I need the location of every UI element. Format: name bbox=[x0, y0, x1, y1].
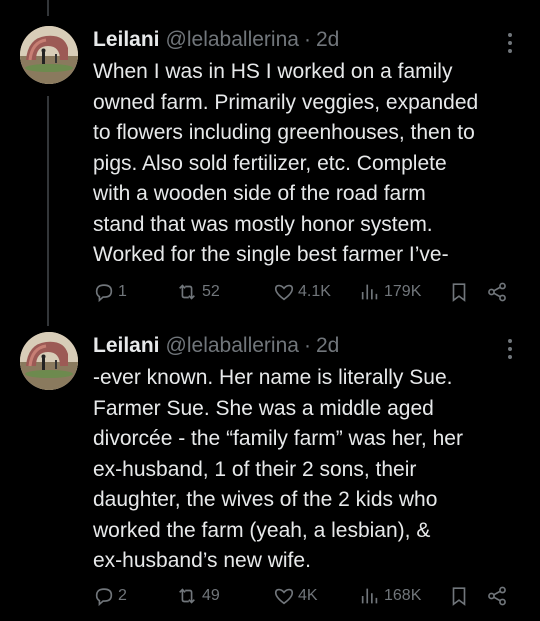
tweet-line: stand that was mostly honor system. bbox=[93, 212, 433, 236]
timestamp[interactable]: 2d bbox=[316, 334, 339, 358]
like-count: 4.1K bbox=[298, 283, 331, 300]
timestamp[interactable]: 2d bbox=[316, 28, 339, 52]
tweet-line: owned farm. Primarily veggies, expanded bbox=[93, 90, 479, 114]
views-icon bbox=[361, 588, 378, 604]
tweet-line: worked the farm (yeah, a lesbian), & bbox=[93, 518, 431, 542]
like-icon bbox=[274, 284, 294, 301]
share-icon bbox=[488, 586, 506, 606]
reply-count: 1 bbox=[118, 283, 127, 300]
repost-count: 52 bbox=[202, 283, 220, 300]
reply-count: 2 bbox=[118, 587, 127, 604]
tweet-line: ex-husband, 1 of their 2 sons, their bbox=[93, 457, 417, 481]
tweet-line: daughter, the wives of the 2 kids who bbox=[93, 488, 438, 511]
reply-button[interactable]: 2 bbox=[93, 582, 127, 610]
more-icon[interactable] bbox=[500, 336, 520, 362]
views-button[interactable]: 168K bbox=[359, 582, 421, 610]
view-count: 168K bbox=[384, 587, 422, 604]
display-name[interactable]: Leilani bbox=[93, 334, 160, 358]
user-handle[interactable]: @lelaballerina bbox=[166, 334, 299, 358]
bookmark-button[interactable] bbox=[448, 278, 470, 306]
tweet-header: Leilani @lelaballerina · 2d bbox=[93, 26, 339, 54]
separator: · bbox=[303, 28, 311, 51]
avatar[interactable] bbox=[20, 26, 78, 84]
views-icon bbox=[361, 284, 378, 300]
action-bar: 1 52 4.1K 179K bbox=[93, 278, 523, 306]
like-button[interactable]: 4.1K bbox=[273, 278, 331, 306]
repost-button[interactable]: 52 bbox=[175, 278, 220, 306]
avatar[interactable] bbox=[20, 332, 78, 390]
more-icon[interactable] bbox=[500, 30, 520, 56]
bookmark-button[interactable] bbox=[448, 582, 470, 610]
separator: · bbox=[303, 334, 311, 357]
repost-icon bbox=[179, 588, 195, 604]
reply-button[interactable]: 1 bbox=[93, 278, 127, 306]
tweet-line: Worked for the single best farmer I’ve- bbox=[93, 243, 449, 266]
bookmark-icon bbox=[452, 587, 466, 606]
repost-count: 49 bbox=[202, 587, 220, 604]
user-handle[interactable]: @lelaballerina bbox=[166, 28, 299, 52]
share-button[interactable] bbox=[486, 278, 508, 306]
reply-icon bbox=[95, 284, 113, 303]
share-button[interactable] bbox=[486, 582, 508, 610]
tweet-line: with a wooden side of the road farm bbox=[93, 182, 426, 205]
tweet-line: to flowers including greenhouses, then t… bbox=[93, 121, 475, 144]
thread-connector-top bbox=[47, 0, 49, 16]
tweet-text: When I was in HS I worked on a family ow… bbox=[93, 57, 533, 271]
like-count: 4K bbox=[298, 587, 318, 604]
tweet-text: -ever known. Her name is literally Sue. … bbox=[93, 363, 533, 577]
repost-button[interactable]: 49 bbox=[175, 582, 220, 610]
action-bar: 2 49 4K 168K bbox=[93, 582, 523, 610]
reply-icon bbox=[95, 588, 113, 607]
share-icon bbox=[488, 282, 506, 302]
tweet-header: Leilani @lelaballerina · 2d bbox=[93, 332, 339, 360]
tweet-line: ex-husband’s new wife. bbox=[93, 549, 311, 572]
views-button[interactable]: 179K bbox=[359, 278, 421, 306]
like-icon bbox=[274, 588, 294, 605]
repost-icon bbox=[179, 284, 195, 300]
display-name[interactable]: Leilani bbox=[93, 28, 160, 52]
tweet-line: pigs. Also sold fertilizer, etc. Complet… bbox=[93, 151, 447, 175]
thread-connector bbox=[47, 96, 49, 326]
tweet-line: -ever known. Her name is literally Sue. bbox=[93, 366, 453, 389]
view-count: 179K bbox=[384, 283, 422, 300]
tweet-line: Farmer Sue. She was a middle aged bbox=[93, 396, 434, 420]
bookmark-icon bbox=[452, 283, 466, 302]
tweet-line: When I was in HS I worked on a family bbox=[93, 60, 453, 83]
tweet-line: divorcée - the “family farm” was her, he… bbox=[93, 427, 463, 450]
like-button[interactable]: 4K bbox=[273, 582, 318, 610]
